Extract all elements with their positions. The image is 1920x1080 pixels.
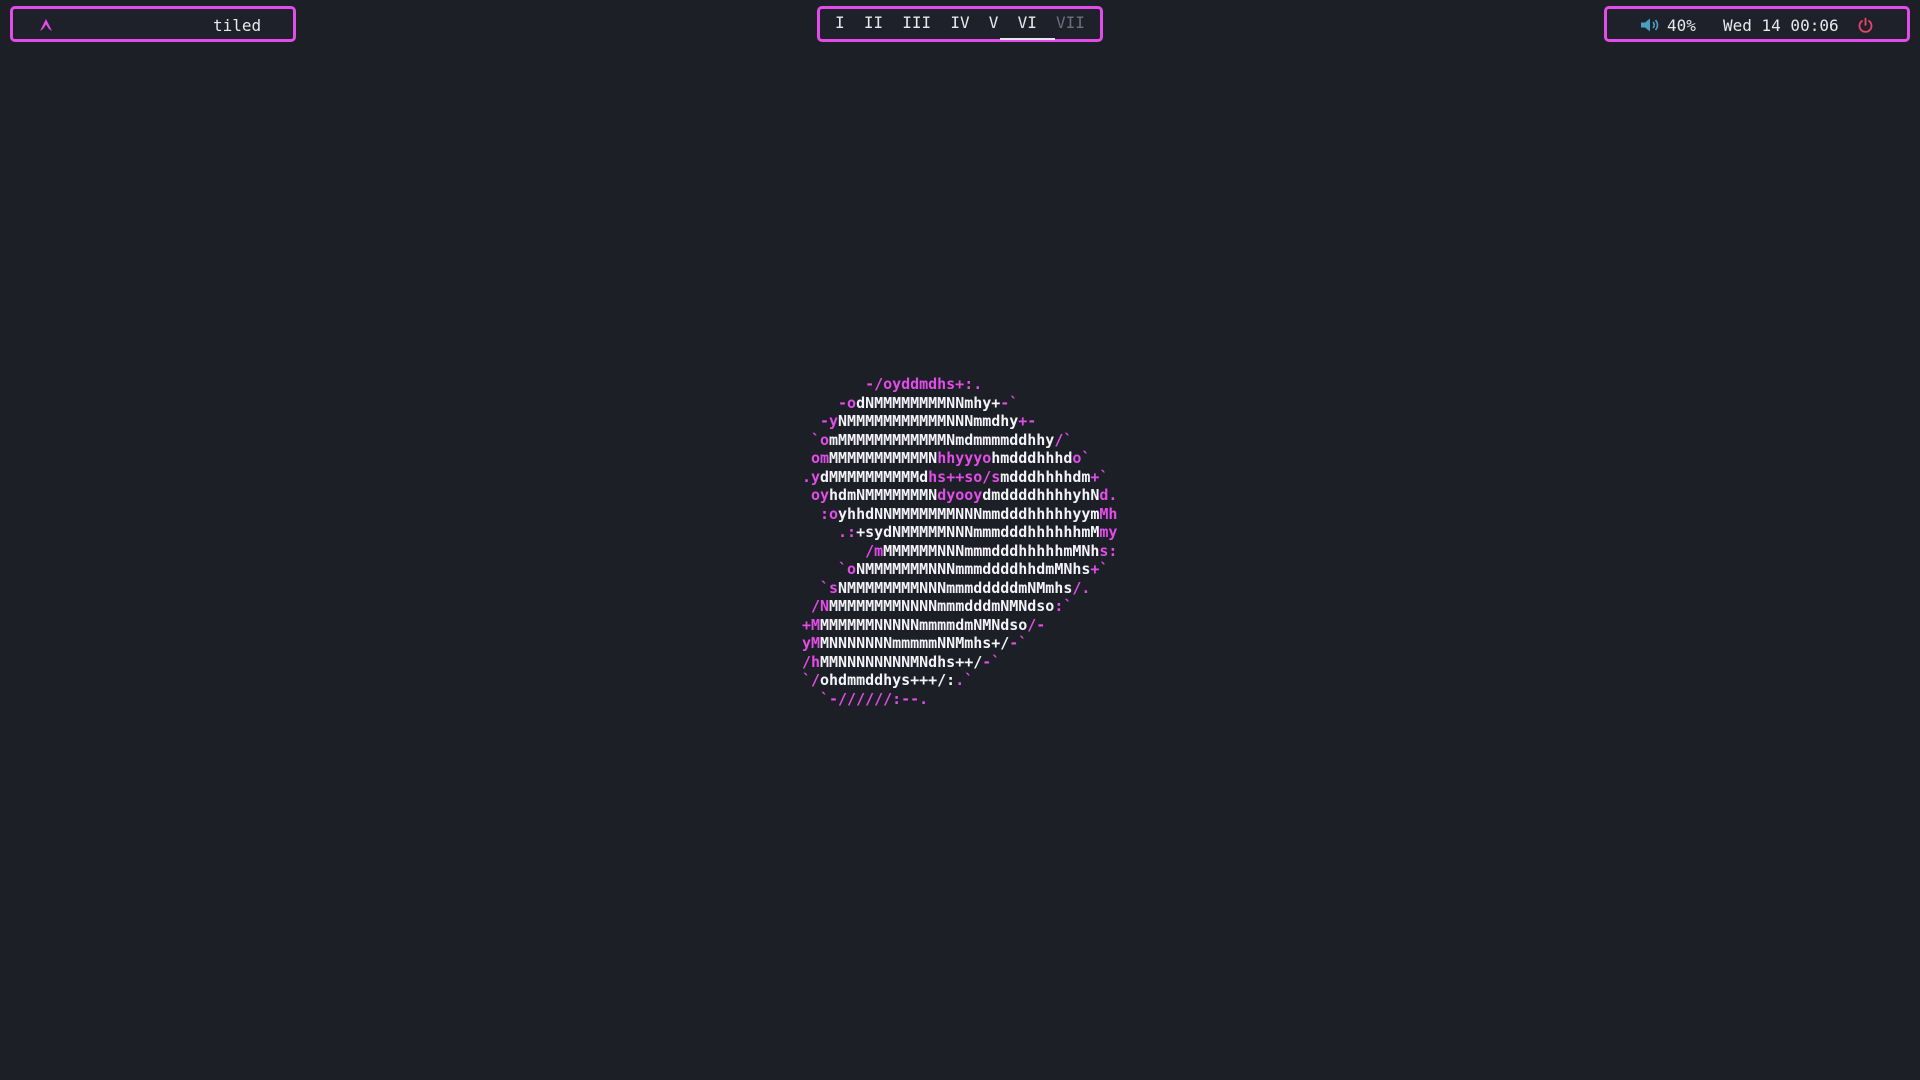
ascii-line: omMMMMMMMMMMMNhhyyyohmdddhhhdo` [802, 449, 1091, 467]
ascii-line: :oyhhdNNMMMMMMMNNNmmdddhhhhhyymMh [802, 504, 1118, 523]
layout-mode-label[interactable]: tiled [213, 16, 261, 35]
workspace-ii[interactable]: II [859, 6, 888, 42]
ascii-line: `sNMMMMMMMMNNNmmmdddddmNMmhs/. [802, 578, 1091, 597]
workspace-v[interactable]: V [984, 6, 1004, 42]
workspace-iii[interactable]: III [897, 6, 936, 42]
arch-logo-icon[interactable] [39, 18, 53, 32]
ascii-line: `oNMMMMMMMNNNmmmddddhhdmMNhs+` [802, 560, 1109, 578]
ascii-line: -yNMMMMMMMMMMMNNNmmdhy+- [802, 412, 1037, 430]
workspace-i[interactable]: I [830, 6, 850, 42]
workspace-iv[interactable]: IV [945, 6, 974, 42]
ascii-line: /NMMMMMMMMNNNNmmmdddmNMNdso:` [802, 597, 1073, 615]
ascii-line: `omMMMMMMMMMMMMNmdmmmmddhhy/` [802, 430, 1073, 449]
ascii-line: /mMMMMMMNNNmmmdddhhhhhmMNhs: [802, 541, 1118, 560]
ascii-line: .:+sydNMMMMMNNNmmmdddhhhhhhmMmy [802, 523, 1118, 541]
bar-left-module: tiled [10, 6, 296, 42]
workspace-switcher: I II III IV V VI VII [817, 6, 1103, 42]
ascii-line: -odNMMMMMMMMNNmhy+-` [802, 393, 1019, 412]
bar-right-module: 40% Wed 14 00:06 [1604, 6, 1910, 42]
workspace-vii[interactable]: VII [1051, 6, 1090, 42]
ascii-line: oyhdmNMMMMMMMNdyooydmddddhhhhyhNd. [802, 486, 1118, 504]
ascii-line: /hMMNNNNNNNNMNdhs++/-` [802, 652, 1001, 671]
ascii-line: yMMNNNNNNNmmmmmNNMmhs+/-` [802, 634, 1028, 652]
ascii-line: .ydMMMMMMMMMMdhs++so/smdddhhhhdm+` [802, 467, 1109, 486]
volume-level[interactable]: 40% [1667, 16, 1696, 35]
ascii-art-logo: -/oyddmdhs+:. -odNMMMMMMMMNNmhy+-` -yNMM… [802, 375, 1117, 708]
speaker-icon[interactable] [1640, 17, 1662, 33]
clock[interactable]: Wed 14 00:06 [1723, 16, 1839, 35]
ascii-line: -/oyddmdhs+:. [802, 375, 983, 393]
ascii-line: `/ohdmmddhys+++/:.` [802, 671, 974, 689]
ascii-line: `-//////:--. [802, 689, 929, 708]
power-icon[interactable] [1857, 17, 1874, 34]
ascii-line: +MMMMMMMNNNNNmmmmdmNMNdso/- [802, 615, 1046, 634]
workspace-vi[interactable]: VI [999, 6, 1056, 42]
